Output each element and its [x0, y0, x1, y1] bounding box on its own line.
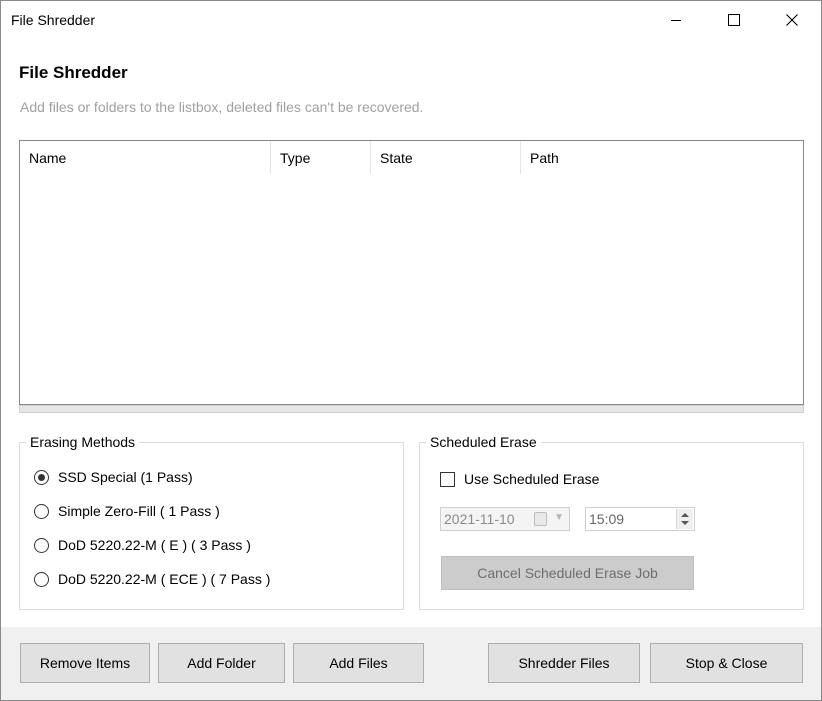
close-icon [786, 14, 798, 26]
radio-dod-7-pass[interactable]: DoD 5220.22-M ( ECE ) ( 7 Pass ) [34, 571, 270, 587]
chevron-down-icon[interactable]: ▼ [554, 512, 564, 523]
time-value: 15:09 [589, 511, 625, 527]
file-shredder-window: File Shredder File Shredder Add files or… [0, 0, 822, 701]
stop-close-button[interactable]: Stop & Close [650, 643, 803, 683]
radio-dod-3-pass[interactable]: DoD 5220.22-M ( E ) ( 3 Pass ) [34, 537, 251, 553]
checkbox[interactable] [440, 471, 455, 487]
add-folder-button[interactable]: Add Folder [158, 643, 285, 683]
radio-button[interactable] [34, 469, 49, 485]
column-header-state[interactable]: State [371, 141, 521, 174]
time-spinner[interactable] [676, 509, 693, 529]
date-value: 2021-11-10 [444, 511, 515, 527]
scheduled-erase-group: Scheduled Erase Use Scheduled Erase 2021… [419, 434, 804, 610]
date-picker[interactable]: 2021-11-10 ▼ [440, 507, 570, 531]
radio-ssd-special[interactable]: SSD Special (1 Pass) [34, 469, 193, 485]
checkbox-label: Use Scheduled Erase [464, 471, 600, 487]
radio-button[interactable] [34, 571, 49, 587]
radio-simple-zero-fill[interactable]: Simple Zero-Fill ( 1 Pass ) [34, 503, 220, 519]
time-picker[interactable]: 15:09 [585, 507, 695, 531]
spin-up-icon[interactable] [681, 513, 689, 517]
cancel-scheduled-erase-button[interactable]: Cancel Scheduled Erase Job [441, 556, 694, 590]
column-header-type[interactable]: Type [271, 141, 371, 174]
maximize-icon [728, 14, 740, 26]
remove-items-button[interactable]: Remove Items [20, 643, 150, 683]
radio-button[interactable] [34, 503, 49, 519]
erasing-methods-legend: Erasing Methods [26, 434, 140, 450]
add-files-button[interactable]: Add Files [293, 643, 424, 683]
horizontal-scrollbar[interactable] [19, 405, 804, 413]
radio-button[interactable] [34, 537, 49, 553]
list-header: Name Type State Path [20, 141, 803, 174]
radio-label: Simple Zero-Fill ( 1 Pass ) [58, 503, 220, 519]
column-header-name[interactable]: Name [20, 141, 271, 174]
page-subtitle: Add files or folders to the listbox, del… [20, 99, 424, 115]
column-header-path[interactable]: Path [521, 141, 803, 174]
page-title: File Shredder [19, 63, 128, 82]
close-button[interactable] [763, 1, 821, 39]
scheduled-erase-legend: Scheduled Erase [426, 434, 541, 450]
calendar-icon [534, 512, 547, 526]
shredder-files-button[interactable]: Shredder Files [488, 643, 640, 683]
title-bar: File Shredder [1, 1, 821, 39]
files-listbox[interactable]: Name Type State Path [19, 140, 804, 405]
window-title: File Shredder [11, 12, 96, 28]
minimize-icon [671, 20, 681, 21]
minimize-button[interactable] [647, 1, 705, 39]
footer-bar: Remove Items Add Folder Add Files Shredd… [1, 627, 821, 700]
erasing-methods-group: Erasing Methods SSD Special (1 Pass) Sim… [19, 434, 404, 610]
radio-label: DoD 5220.22-M ( E ) ( 3 Pass ) [58, 537, 251, 553]
use-scheduled-erase-checkbox[interactable]: Use Scheduled Erase [440, 471, 599, 487]
radio-label: DoD 5220.22-M ( ECE ) ( 7 Pass ) [58, 571, 271, 587]
spin-down-icon[interactable] [681, 521, 689, 525]
radio-label: SSD Special (1 Pass) [58, 469, 193, 485]
maximize-button[interactable] [705, 1, 763, 39]
